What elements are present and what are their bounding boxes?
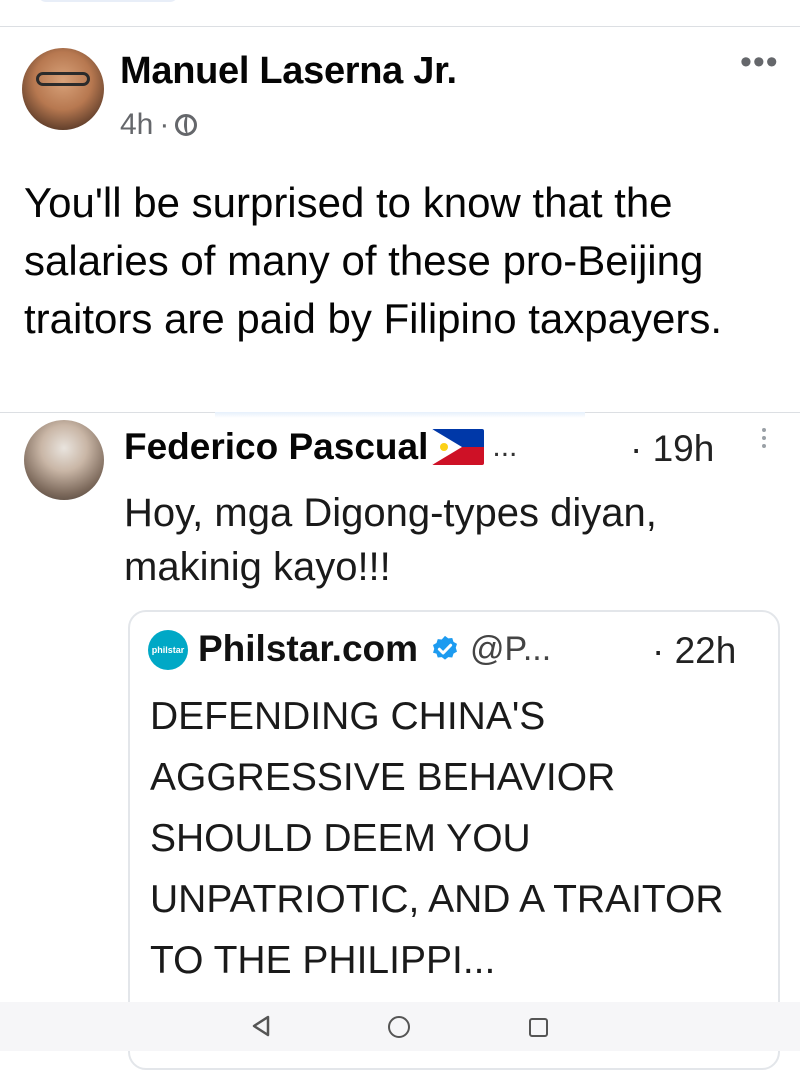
tweet-author-ellipsis: ...	[492, 430, 518, 463]
tweet-author-name: Federico Pascual	[124, 426, 429, 467]
top-divider	[0, 26, 800, 27]
quoted-text: DEFENDING CHINA'S AGGRESSIVE BEHAVIOR SH…	[150, 695, 724, 982]
top-stub	[38, 0, 178, 2]
tweet-text: Hoy, mga Digong-types diyan, makinig kay…	[124, 491, 657, 589]
post-meta: 4h ·	[120, 108, 198, 142]
quoted-time: · 22h	[652, 630, 737, 671]
tweet-avatar	[24, 420, 104, 500]
post-author-name[interactable]: Manuel Laserna Jr.	[120, 50, 457, 93]
tweet-time: · 19h	[630, 428, 715, 469]
tweet-more-icon	[762, 428, 768, 452]
post-time[interactable]: 4h	[120, 108, 153, 142]
nav-recents-icon[interactable]	[529, 1018, 548, 1037]
meta-separator: ·	[159, 108, 170, 141]
nav-back-icon[interactable]	[250, 1014, 272, 1038]
philstar-logo: philstar	[148, 630, 188, 670]
more-icon[interactable]: •••	[740, 45, 779, 79]
image-top-shade	[215, 412, 585, 418]
nav-home-icon[interactable]	[388, 1016, 410, 1038]
tweet-author: Federico Pascual ...	[124, 426, 517, 468]
glasses-detail	[36, 72, 90, 86]
quoted-handle: @P...	[470, 629, 552, 668]
verified-badge-icon	[433, 635, 458, 660]
avatar[interactable]	[22, 48, 104, 130]
philippine-flag-icon	[432, 429, 485, 465]
quoted-author-name: Philstar.com	[198, 628, 419, 669]
post-text: You'll be surprised to know that the sal…	[24, 179, 722, 342]
globe-icon	[175, 114, 198, 136]
quoted-author: Philstar.com @P...	[198, 628, 551, 670]
